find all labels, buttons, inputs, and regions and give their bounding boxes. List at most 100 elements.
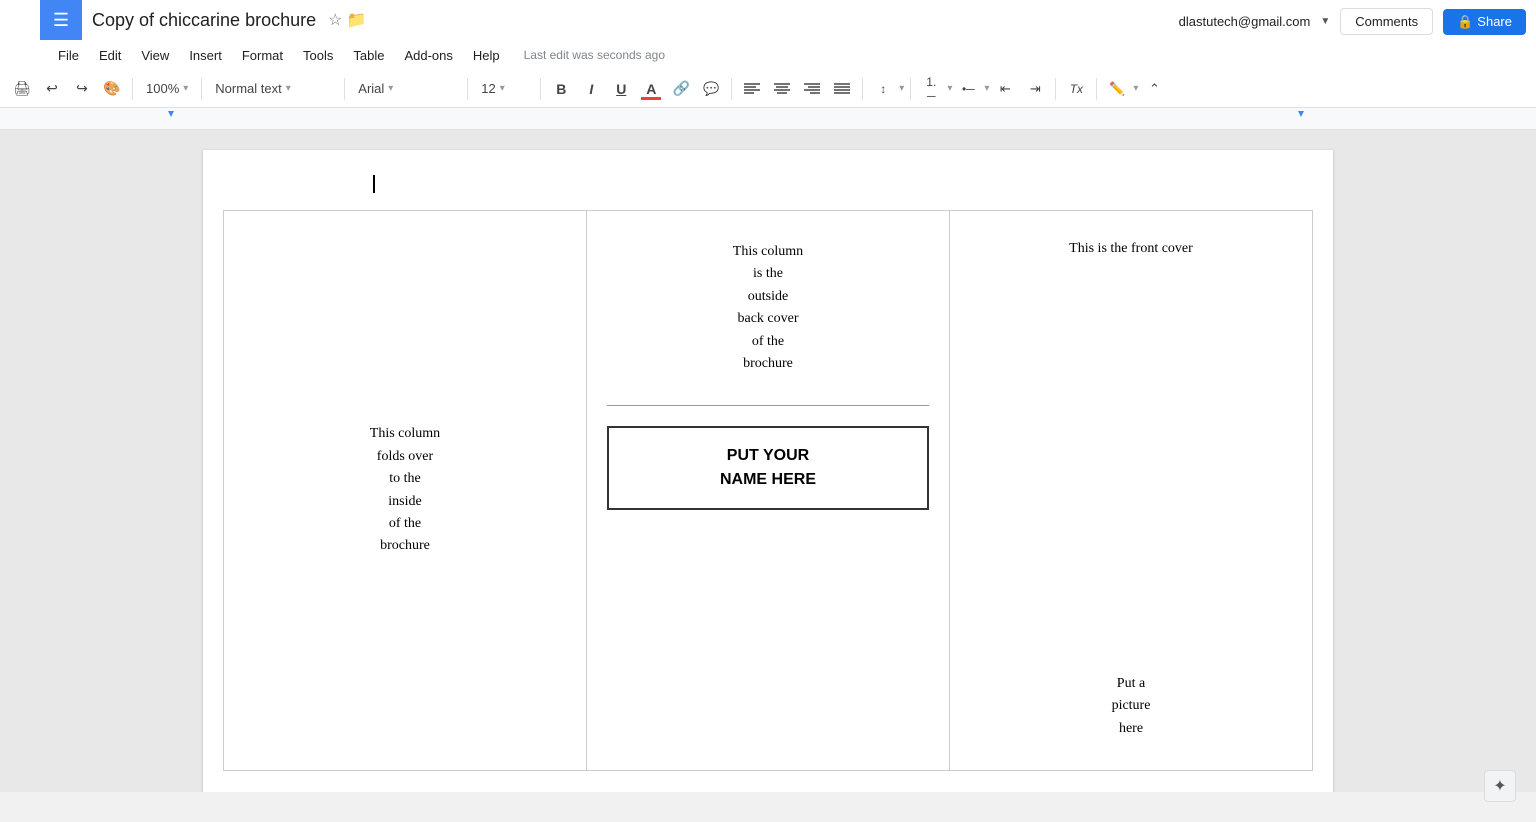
brochure-col1[interactable]: This column folds over to the inside of …: [224, 211, 587, 771]
underline-button[interactable]: U: [607, 75, 635, 103]
app-menu-button[interactable]: ☰: [40, 0, 82, 40]
size-chevron: ▾: [500, 83, 505, 94]
numbered-list-button[interactable]: 1.─: [917, 75, 945, 103]
col1-line4: inside: [388, 494, 421, 509]
menu-bar: File Edit View Insert Format Tools Table…: [0, 40, 1536, 70]
zoom-dropdown[interactable]: 100% ▾: [139, 75, 195, 103]
col2-name-text: PUT YOUR NAME HERE: [625, 444, 911, 492]
undo-button[interactable]: ↩: [38, 75, 66, 103]
document-area[interactable]: This column folds over to the inside of …: [0, 130, 1536, 792]
bold-button[interactable]: B: [547, 75, 575, 103]
divider-1: [132, 78, 133, 100]
lock-icon: 🔒: [1457, 14, 1473, 30]
print-button[interactable]: 🖨: [8, 75, 36, 103]
divider-10: [1096, 78, 1097, 100]
col2-top-text: This column is the outside back cover of…: [587, 211, 949, 395]
size-dropdown[interactable]: 12 ▾: [474, 75, 534, 103]
paint-format-button[interactable]: 🎨: [98, 75, 126, 103]
style-value: Normal text: [215, 81, 281, 96]
link-button[interactable]: 🔗: [667, 75, 695, 103]
col2-line5: of the: [752, 334, 784, 349]
col2-line3: outside: [748, 289, 788, 304]
brochure-col2[interactable]: This column is the outside back cover of…: [587, 211, 950, 771]
zoom-value: 100%: [146, 81, 179, 96]
scroll-to-bottom-button[interactable]: ✦: [1484, 770, 1516, 792]
share-button[interactable]: 🔒 Share: [1443, 9, 1526, 35]
italic-button[interactable]: I: [577, 75, 605, 103]
brochure-row: This column folds over to the inside of …: [224, 211, 1313, 771]
color-bar: [641, 97, 661, 100]
indent-less-button[interactable]: ⇤: [991, 75, 1019, 103]
col3-pic-line1: Put a: [1117, 676, 1145, 691]
text-color-button[interactable]: A: [637, 75, 665, 103]
menu-file[interactable]: File: [50, 44, 87, 67]
collapse-toolbar-button[interactable]: ⌃: [1140, 75, 1168, 103]
text-color-label: A: [646, 81, 656, 97]
font-value: Arial: [358, 81, 384, 96]
col3-top-text: This is the front cover: [950, 211, 1312, 277]
redo-button[interactable]: ↪: [68, 75, 96, 103]
comments-button[interactable]: Comments: [1340, 8, 1433, 35]
document-page[interactable]: This column folds over to the inside of …: [203, 150, 1333, 792]
menu-addons[interactable]: Add-ons: [396, 44, 460, 67]
align-center-button[interactable]: [768, 75, 796, 103]
align-left-button[interactable]: [738, 75, 766, 103]
numbered-list-chevron: ▾: [947, 83, 952, 94]
col2-line1: This column: [733, 244, 803, 259]
col3-pic-line2: picture: [1112, 698, 1151, 713]
menu-view[interactable]: View: [133, 44, 177, 67]
divider-5: [540, 78, 541, 100]
text-cursor: [373, 175, 375, 193]
dropdown-icon[interactable]: ▼: [1320, 16, 1330, 27]
style-chevron: ▾: [286, 83, 291, 94]
bulleted-list-button[interactable]: •─: [954, 75, 982, 103]
col1-line1: This column: [370, 426, 440, 441]
font-dropdown[interactable]: Arial ▾: [351, 75, 461, 103]
folder-icon[interactable]: 📁: [346, 10, 366, 30]
style-dropdown[interactable]: Normal text ▾: [208, 75, 338, 103]
divider-6: [731, 78, 732, 100]
divider-2: [201, 78, 202, 100]
menu-table[interactable]: Table: [345, 44, 392, 67]
divider-3: [344, 78, 345, 100]
menu-help[interactable]: Help: [465, 44, 508, 67]
clear-format-button[interactable]: Tx: [1062, 75, 1090, 103]
font-chevron: ▾: [388, 83, 393, 94]
col1-line5: of the: [389, 516, 421, 531]
ruler-indicator-right: [1298, 111, 1304, 117]
user-email: dlastutech@gmail.com: [1179, 14, 1311, 29]
pen-chevron: ▾: [1133, 83, 1138, 94]
ruler-indicator-left: [168, 111, 174, 117]
menu-insert[interactable]: Insert: [181, 44, 230, 67]
comment-button[interactable]: 💬: [697, 75, 725, 103]
header-wrapper: ☰ Copy of chiccarine brochure ☆ 📁 dlastu…: [0, 0, 1536, 130]
divider-9: [1055, 78, 1056, 100]
line-spacing-button[interactable]: ↕: [869, 75, 897, 103]
align-right-button[interactable]: [798, 75, 826, 103]
star-icon[interactable]: ☆: [328, 10, 342, 30]
divider-4: [467, 78, 468, 100]
scroll-icon: ✦: [1493, 776, 1506, 792]
col3-front-cover: This is the front cover: [1069, 241, 1193, 256]
ruler-inner: [0, 108, 1536, 129]
menu-format[interactable]: Format: [234, 44, 291, 67]
col2-divider: [607, 405, 929, 406]
indent-more-button[interactable]: ⇥: [1021, 75, 1049, 103]
divider-7: [862, 78, 863, 100]
menu-tools[interactable]: Tools: [295, 44, 341, 67]
title-bar: ☰ Copy of chiccarine brochure ☆ 📁 dlastu…: [0, 0, 1536, 40]
col2-name-line1: PUT YOUR: [727, 447, 809, 464]
pen-button[interactable]: ✏️: [1103, 75, 1131, 103]
menu-edit[interactable]: Edit: [91, 44, 129, 67]
col1-content: This column folds over to the inside of …: [244, 231, 566, 750]
align-justify-button[interactable]: [828, 75, 856, 103]
share-label: Share: [1477, 14, 1512, 29]
brochure-col3[interactable]: This is the front cover Put a picture he…: [950, 211, 1313, 771]
top-right-actions: dlastutech@gmail.com ▼ Comments 🔒 Share: [1179, 8, 1526, 35]
col2-name-box: PUT YOUR NAME HERE: [607, 426, 929, 510]
bulleted-list-chevron: ▾: [984, 83, 989, 94]
line-spacing-chevron: ▾: [899, 83, 904, 94]
size-value: 12: [481, 81, 495, 96]
col2-line4: back cover: [737, 311, 798, 326]
brochure-table[interactable]: This column folds over to the inside of …: [223, 210, 1313, 771]
